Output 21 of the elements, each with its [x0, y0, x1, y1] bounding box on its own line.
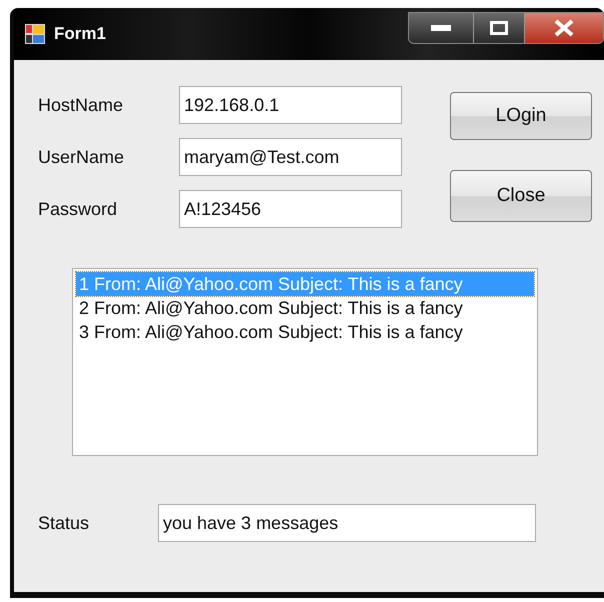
status-field[interactable]: you have 3 messages — [158, 504, 536, 542]
text-field[interactable]: A!123456 — [179, 190, 402, 228]
window-title: Form1 — [54, 24, 107, 44]
maximize-button[interactable] — [473, 13, 524, 43]
field-label: UserName — [38, 146, 126, 168]
login-button[interactable]: LOgin — [450, 92, 592, 140]
text-field[interactable]: maryam@Test.com — [179, 138, 402, 176]
message-item[interactable]: 2 From: Ali@Yahoo.com Subject: This is a fancy — [76, 296, 534, 320]
close-form-button[interactable]: Close — [450, 170, 592, 222]
text-field[interactable]: 192.168.0.1 — [179, 86, 402, 124]
minimize-button[interactable] — [409, 13, 473, 43]
maximize-icon — [490, 21, 508, 35]
message-list[interactable]: 1 From: Ali@Yahoo.com Subject: This is a fancy 2 From: Ali@Yahoo.com Subject: This is a fancy 3 From: Ali@Yahoo.com Subject: This is a fancy — [72, 268, 538, 456]
app-icon — [24, 23, 46, 45]
message-item[interactable]: 3 From: Ali@Yahoo.com Subject: This is a fancy — [76, 320, 534, 344]
minimize-icon — [431, 25, 451, 31]
status-label: Status — [38, 512, 90, 534]
close-button[interactable] — [524, 13, 603, 43]
field-label: HostName — [38, 94, 124, 116]
close-icon — [553, 19, 575, 37]
field-label: Password — [38, 198, 118, 220]
